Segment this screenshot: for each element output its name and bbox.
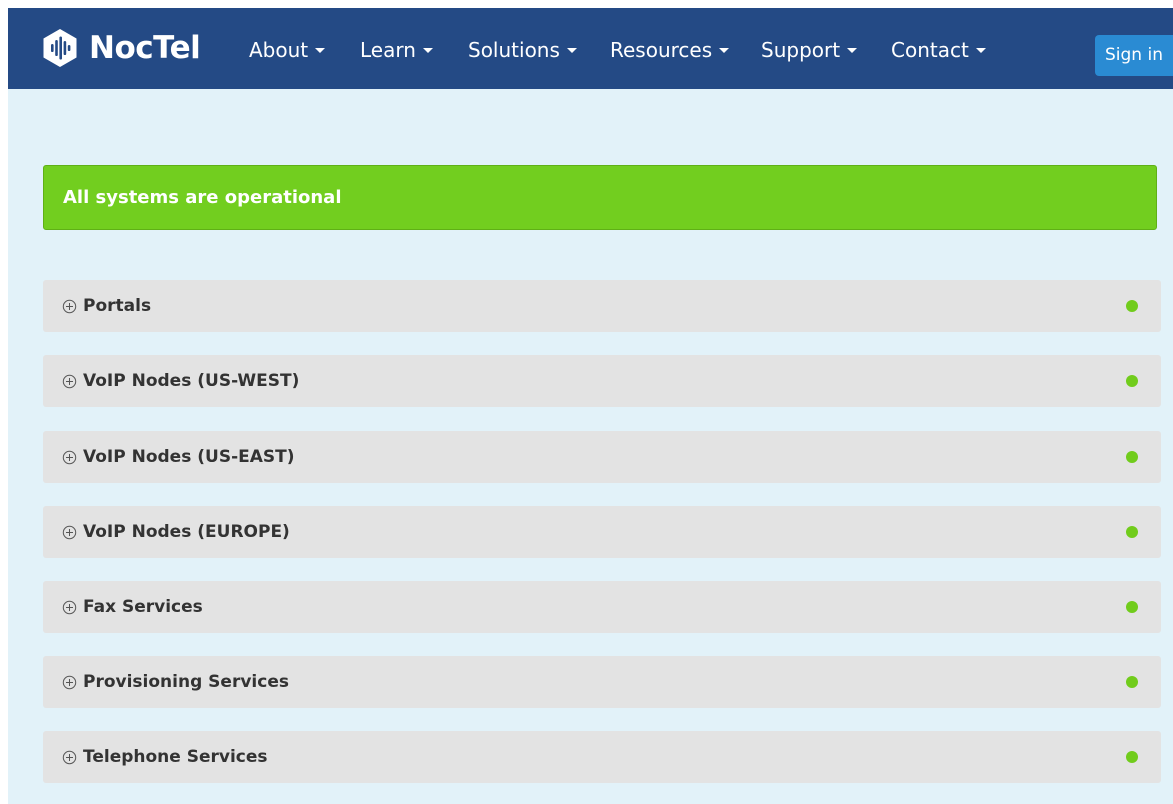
status-dot-icon [1126,375,1138,387]
caret-down-icon [847,48,858,53]
nav-about-label: About [249,38,309,62]
service-name: Telephone Services [83,747,268,767]
nav-about[interactable]: About [249,36,326,64]
sign-in-button[interactable]: Sign in [1095,35,1173,76]
service-name: Provisioning Services [83,672,289,692]
service-row-provisioning-services[interactable]: Provisioning Services [43,656,1161,708]
service-name: VoIP Nodes (US-WEST) [83,371,300,391]
nav-contact-label: Contact [891,38,969,62]
service-row-voip-europe[interactable]: VoIP Nodes (EUROPE) [43,506,1161,558]
status-dot-icon [1126,526,1138,538]
nav-support[interactable]: Support [761,36,858,64]
nav-learn-label: Learn [360,38,416,62]
nav-resources-label: Resources [610,38,713,62]
caret-down-icon [422,48,433,53]
system-status-banner: All systems are operational [43,165,1157,230]
service-row-portals[interactable]: Portals [43,280,1161,332]
circle-plus-icon[interactable] [62,374,77,389]
status-dot-icon [1126,676,1138,688]
system-status-message: All systems are operational [63,187,342,208]
nav-resources[interactable]: Resources [610,36,730,64]
status-dot-icon [1126,300,1138,312]
service-row-voip-us-east[interactable]: VoIP Nodes (US-EAST) [43,431,1161,483]
status-dot-icon [1126,601,1138,613]
noctel-logo-icon [43,29,77,67]
service-row-fax-services[interactable]: Fax Services [43,581,1161,633]
circle-plus-icon[interactable] [62,525,77,540]
nav-solutions-label: Solutions [468,38,560,62]
status-page: NocTel About Learn Solutions Resources S… [8,8,1173,804]
service-row-voip-us-west[interactable]: VoIP Nodes (US-WEST) [43,355,1161,407]
circle-plus-icon[interactable] [62,750,77,765]
circle-plus-icon[interactable] [62,450,77,465]
nav-contact[interactable]: Contact [891,36,986,64]
service-name: Fax Services [83,597,203,617]
top-navbar: NocTel About Learn Solutions Resources S… [8,8,1173,89]
caret-down-icon [719,48,730,53]
nav-support-label: Support [761,38,841,62]
service-name: VoIP Nodes (EUROPE) [83,522,290,542]
caret-down-icon [315,48,326,53]
caret-down-icon [975,48,986,53]
status-dot-icon [1126,451,1138,463]
circle-plus-icon[interactable] [62,675,77,690]
brand-logo[interactable]: NocTel [39,27,201,69]
brand-name: NocTel [89,30,201,66]
circle-plus-icon[interactable] [62,600,77,615]
service-name: VoIP Nodes (US-EAST) [83,447,295,467]
service-name: Portals [83,296,152,316]
nav-solutions[interactable]: Solutions [468,36,577,64]
nav-learn[interactable]: Learn [360,36,433,64]
status-dot-icon [1126,751,1138,763]
service-row-telephone-services[interactable]: Telephone Services [43,731,1161,783]
caret-down-icon [566,48,577,53]
circle-plus-icon[interactable] [62,299,77,314]
